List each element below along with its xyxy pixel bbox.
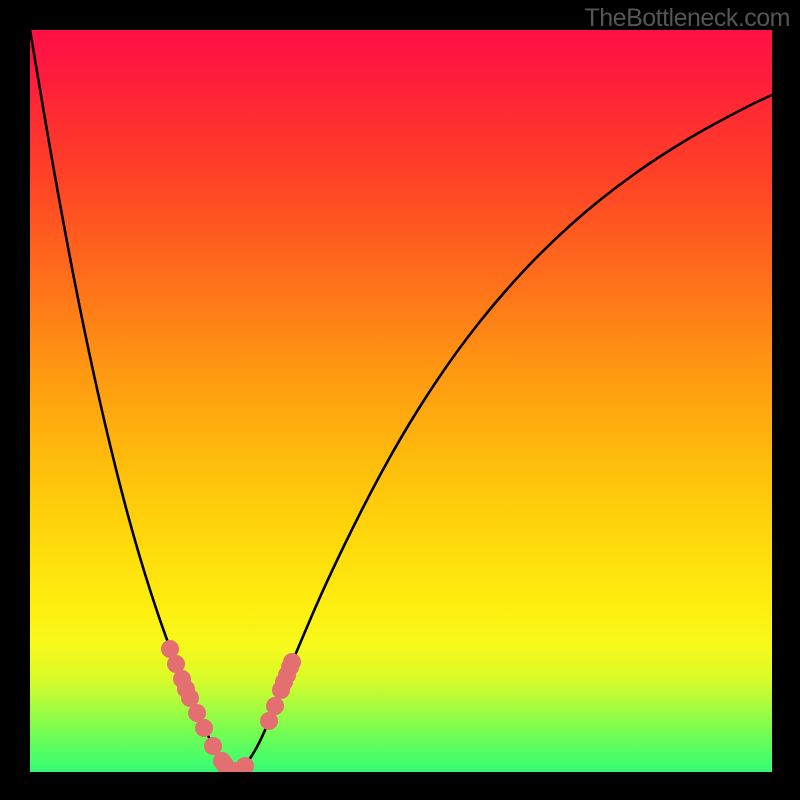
curve-layer [30, 30, 772, 772]
highlight-dot [195, 719, 213, 737]
highlight-dot [204, 737, 222, 755]
plot-area [30, 30, 772, 772]
curve-right-branch [235, 95, 772, 771]
curve-left-branch [30, 30, 235, 771]
highlight-dot [236, 757, 254, 772]
chart-frame: TheBottleneck.com [0, 0, 800, 800]
highlight-dot [266, 697, 284, 715]
dots-right [260, 653, 301, 730]
highlight-dot [283, 653, 301, 671]
dots-left [161, 640, 254, 772]
watermark-text: TheBottleneck.com [585, 4, 791, 33]
